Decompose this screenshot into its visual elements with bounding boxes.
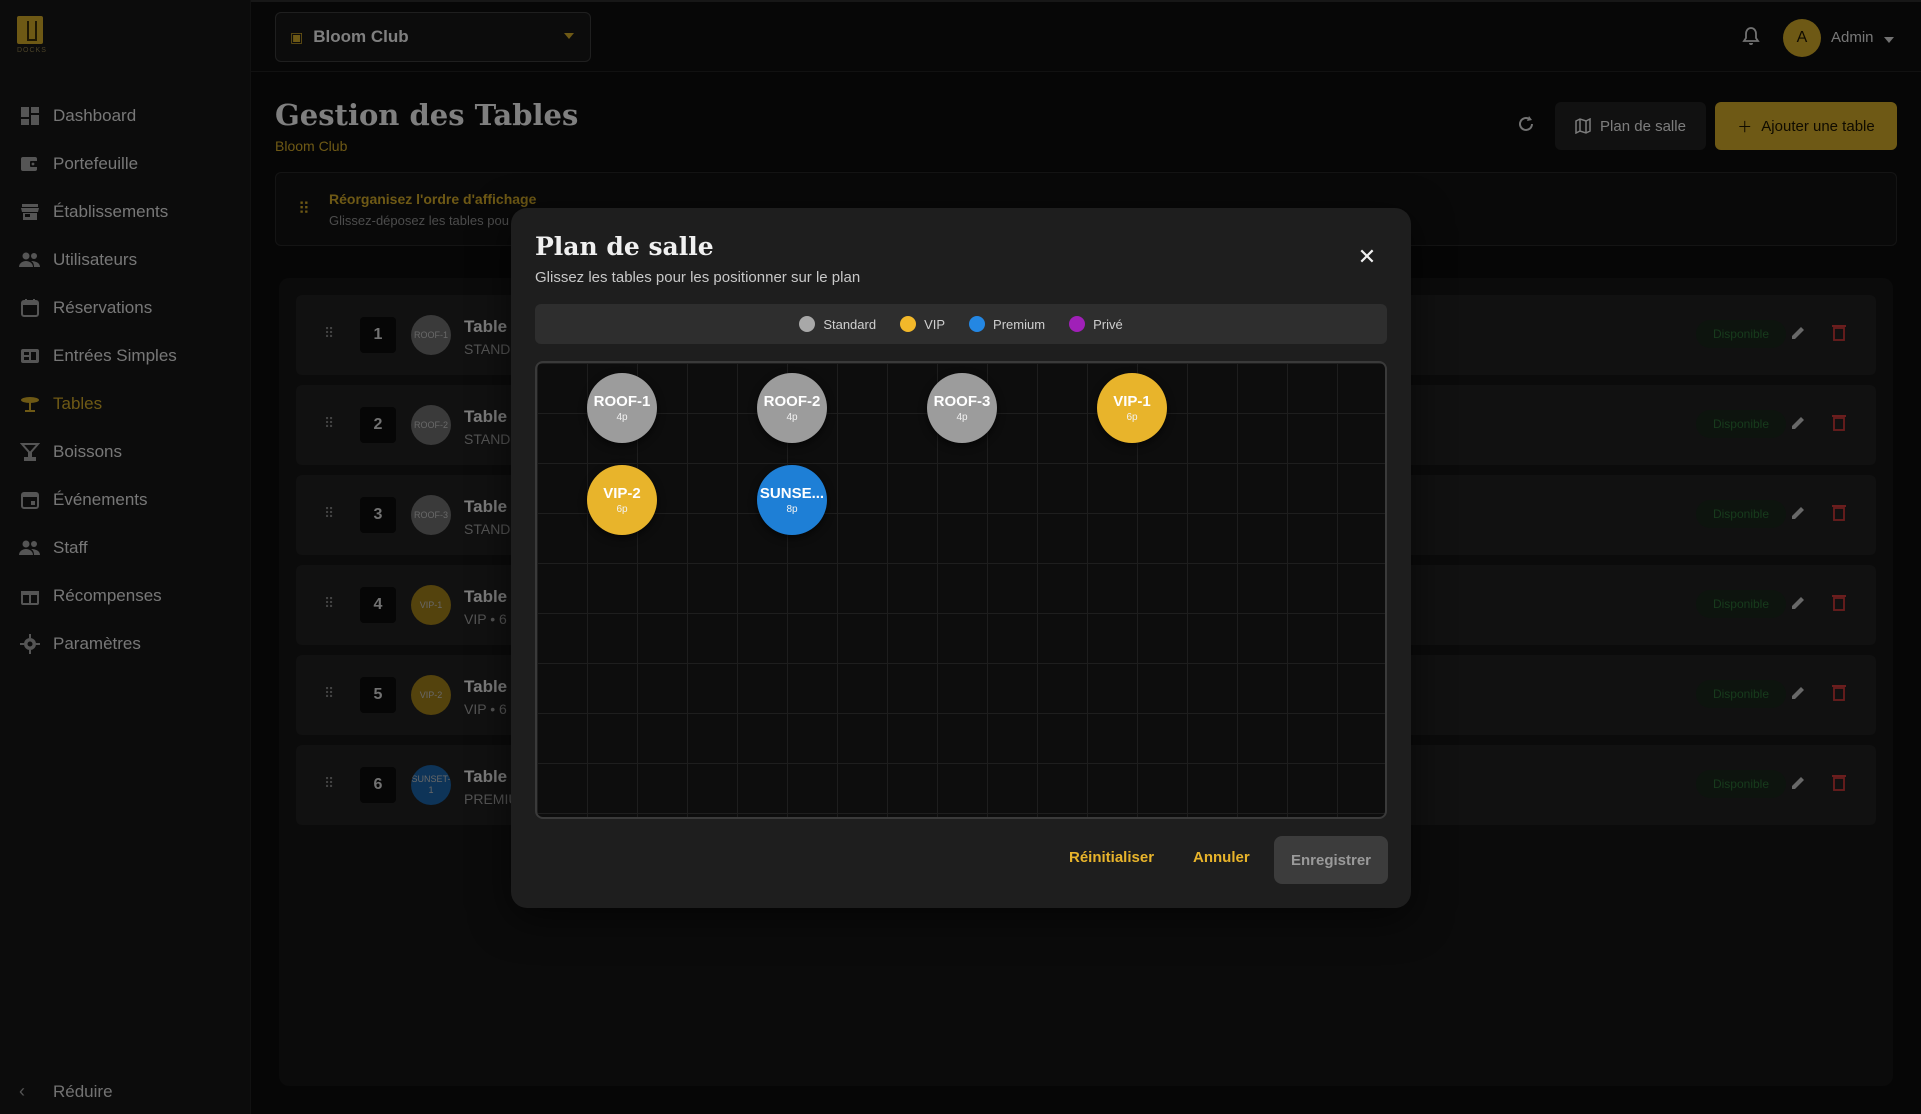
floor-table-vip-2[interactable]: VIP-2 6p — [587, 465, 657, 535]
floor-table-capacity: 4p — [956, 412, 968, 423]
modal-subtitle: Glissez les tables pour les positionner … — [535, 269, 861, 286]
floor-table-capacity: 8p — [786, 504, 798, 515]
legend-swatch — [969, 316, 986, 332]
modal-title: Plan de salle — [535, 232, 714, 261]
legend-item-vip: VIP — [900, 316, 945, 332]
table-type-legend: Standard VIP Premium Privé — [535, 304, 1387, 344]
floor-table-name: ROOF-1 — [593, 393, 651, 410]
floor-table-name: SUNSE... — [759, 485, 825, 502]
legend-item-premium: Premium — [969, 316, 1045, 332]
floor-table-name: ROOF-3 — [933, 393, 991, 410]
floor-plan-modal: Plan de salle Glissez les tables pour le… — [511, 208, 1411, 908]
floor-table-capacity: 4p — [616, 412, 628, 423]
floor-table-vip-1[interactable]: VIP-1 6p — [1097, 373, 1167, 443]
floor-table-roof-3[interactable]: ROOF-3 4p — [927, 373, 997, 443]
legend-label: Standard — [823, 316, 877, 332]
legend-label: Premium — [993, 316, 1046, 332]
legend-label: Privé — [1093, 316, 1123, 332]
cancel-button[interactable]: Annuler — [1193, 849, 1250, 866]
legend-swatch — [900, 316, 917, 332]
close-icon[interactable]: ✕ — [1355, 245, 1379, 269]
floor-table-name: VIP-2 — [603, 485, 641, 502]
floor-table-name: ROOF-2 — [763, 393, 821, 410]
legend-item-standard: Standard — [799, 316, 876, 332]
floor-table-capacity: 6p — [616, 504, 628, 515]
legend-swatch — [799, 316, 816, 332]
floor-table-name: VIP-1 — [1113, 393, 1151, 410]
floor-table-roof-1[interactable]: ROOF-1 4p — [587, 373, 657, 443]
app-root: DOCKS Dashboard Portefeuille Établisseme… — [0, 0, 1921, 1114]
legend-item-prive: Privé — [1069, 316, 1123, 332]
floor-table-sunset-1[interactable]: SUNSE... 8p — [757, 465, 827, 535]
floor-table-capacity: 4p — [786, 412, 798, 423]
reset-button[interactable]: Réinitialiser — [1069, 849, 1154, 866]
save-button[interactable]: Enregistrer — [1274, 836, 1388, 884]
floor-table-roof-2[interactable]: ROOF-2 4p — [757, 373, 827, 443]
legend-label: VIP — [924, 316, 946, 332]
floor-table-capacity: 6p — [1126, 412, 1138, 423]
legend-swatch — [1069, 316, 1086, 332]
floor-plan-canvas[interactable]: ROOF-1 4p ROOF-2 4p ROOF-3 4p VIP-1 6p V… — [535, 361, 1387, 819]
